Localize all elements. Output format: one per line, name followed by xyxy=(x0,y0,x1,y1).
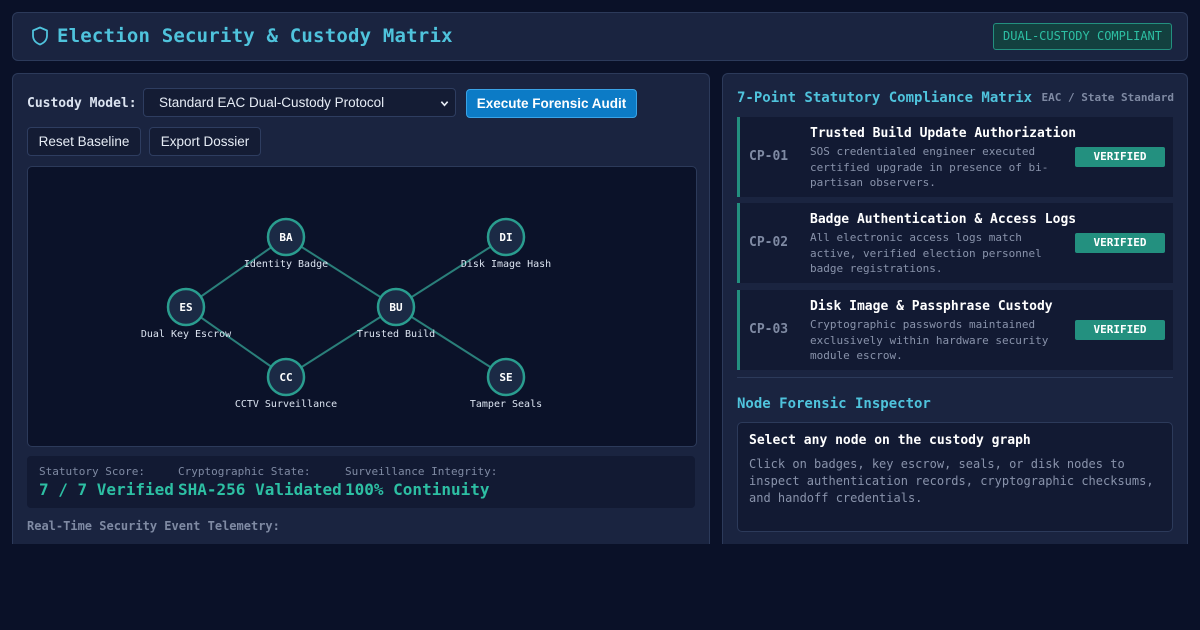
graph-node-label: CCTV Surveillance xyxy=(235,399,337,410)
graph-node-label: Dual Key Escrow xyxy=(141,329,232,340)
inspector-heading: Select any node on the custody graph xyxy=(749,433,1031,448)
stat-value: 100% Continuity xyxy=(345,480,490,499)
graph-node-id: SE xyxy=(499,371,512,384)
stat-label: Surveillance Integrity: xyxy=(345,465,498,478)
stat-value: SHA-256 Validated xyxy=(178,480,342,499)
export-dossier-button[interactable]: Export Dossier xyxy=(149,127,261,156)
page-title: Election Security & Custody Matrix xyxy=(57,25,453,47)
custody-graph: BA Identity Badge DI Disk Image Hash ES Dual … xyxy=(27,166,697,447)
graph-node-di[interactable]: DI Disk Image Hash xyxy=(461,217,551,270)
inspector-body: Click on badges, key escrow, seals, or d… xyxy=(749,457,1154,505)
graph-node-ba[interactable]: BA Identity Badge xyxy=(244,217,328,270)
compliance-code: CP-02 xyxy=(749,235,789,250)
stats-bar: Statutory Score: 7 / 7 Verified Cryptogr… xyxy=(27,456,695,508)
compliance-item-title: Trusted Build Update Authorization xyxy=(810,126,1077,141)
compliance-item-title: Badge Authentication & Access Logs xyxy=(810,212,1077,227)
graph-node-label: Identity Badge xyxy=(244,259,328,270)
graph-node-id: BA xyxy=(279,231,293,244)
verified-badge: VERIFIED xyxy=(1075,320,1165,340)
compliance-status-badge: DUAL-CUSTODY COMPLIANT xyxy=(993,23,1172,50)
inspector-title: Node Forensic Inspector xyxy=(737,396,931,412)
graph-node-id: ES xyxy=(179,301,192,314)
verified-badge: VERIFIED xyxy=(1075,233,1165,253)
chevron-down-icon xyxy=(440,101,449,107)
stat-statutory-score: Statutory Score: 7 / 7 Verified xyxy=(39,465,174,499)
compliance-code: CP-01 xyxy=(749,149,789,164)
inspector-box: Select any node on the custody graph Cli… xyxy=(737,422,1173,532)
app-header: Election Security & Custody Matrix DUAL-… xyxy=(12,12,1188,61)
graph-node-es[interactable]: ES Dual Key Escrow xyxy=(141,287,232,340)
compliance-title: 7-Point Statutory Compliance Matrix xyxy=(737,90,1033,106)
graph-edge-bu-di xyxy=(395,236,507,308)
custody-model-value: Standard EAC Dual-Custody Protocol xyxy=(159,95,385,110)
shield-icon xyxy=(32,26,48,46)
divider xyxy=(737,377,1173,378)
reset-baseline-button[interactable]: Reset Baseline xyxy=(27,127,141,156)
graph-node-cc[interactable]: CC CCTV Surveillance xyxy=(235,357,337,410)
compliance-item-desc: All electronic access logs match active,… xyxy=(810,231,1042,275)
custody-model-label: Custody Model: xyxy=(27,96,137,111)
compliance-item[interactable]: CP-01 Trusted Build Update Authorization… xyxy=(737,117,1173,197)
compliance-item-desc: SOS credentialed engineer executed certi… xyxy=(810,145,1049,189)
graph-edge-bu-se xyxy=(395,306,507,378)
graph-node-label: Tamper Seals xyxy=(470,399,542,410)
custody-model-select[interactable]: Standard EAC Dual-Custody Protocol xyxy=(143,88,456,117)
stat-cryptographic-state: Cryptographic State: SHA-256 Validated xyxy=(178,465,342,499)
verified-badge: VERIFIED xyxy=(1075,147,1165,167)
custody-graph-canvas: BA Identity Badge DI Disk Image Hash ES Dual … xyxy=(141,217,551,410)
compliance-item-desc: Cryptographic passwords maintained exclu… xyxy=(810,318,1049,362)
graph-node-id: DI xyxy=(499,231,512,244)
graph-node-label: Trusted Build xyxy=(357,329,435,340)
compliance-panel: 7-Point Statutory Compliance Matrix EAC … xyxy=(722,73,1188,544)
compliance-code: CP-03 xyxy=(749,322,789,337)
graph-node-se[interactable]: SE Tamper Seals xyxy=(470,357,542,410)
graph-edge-cc-bu xyxy=(285,306,397,378)
compliance-item[interactable]: CP-03 Disk Image & Passphrase Custody Cr… xyxy=(737,290,1173,370)
execute-forensic-audit-button[interactable]: Execute Forensic Audit xyxy=(466,89,637,118)
graph-node-label: Disk Image Hash xyxy=(461,259,551,270)
graph-edge-ba-bu xyxy=(285,236,397,308)
stat-value: 7 / 7 Verified xyxy=(39,480,174,499)
telemetry-heading: Real-Time Security Event Telemetry: xyxy=(27,519,280,533)
compliance-list[interactable]: CP-01 Trusted Build Update Authorization… xyxy=(737,117,1173,370)
graph-node-id: CC xyxy=(279,371,292,384)
graph-node-bu[interactable]: BU Trusted Build xyxy=(357,287,435,340)
stat-label: Statutory Score: xyxy=(39,465,145,478)
stat-label: Cryptographic State: xyxy=(178,465,311,478)
graph-node-id: BU xyxy=(389,301,403,314)
compliance-item[interactable]: CP-02 Badge Authentication & Access Logs… xyxy=(737,203,1173,283)
compliance-standard: EAC / State Standard xyxy=(1041,91,1174,104)
custody-graph-panel: Custody Model: Standard EAC Dual-Custody… xyxy=(12,73,710,544)
compliance-item-title: Disk Image & Passphrase Custody xyxy=(810,299,1053,314)
stat-surveillance-integrity: Surveillance Integrity: 100% Continuity xyxy=(345,465,497,499)
